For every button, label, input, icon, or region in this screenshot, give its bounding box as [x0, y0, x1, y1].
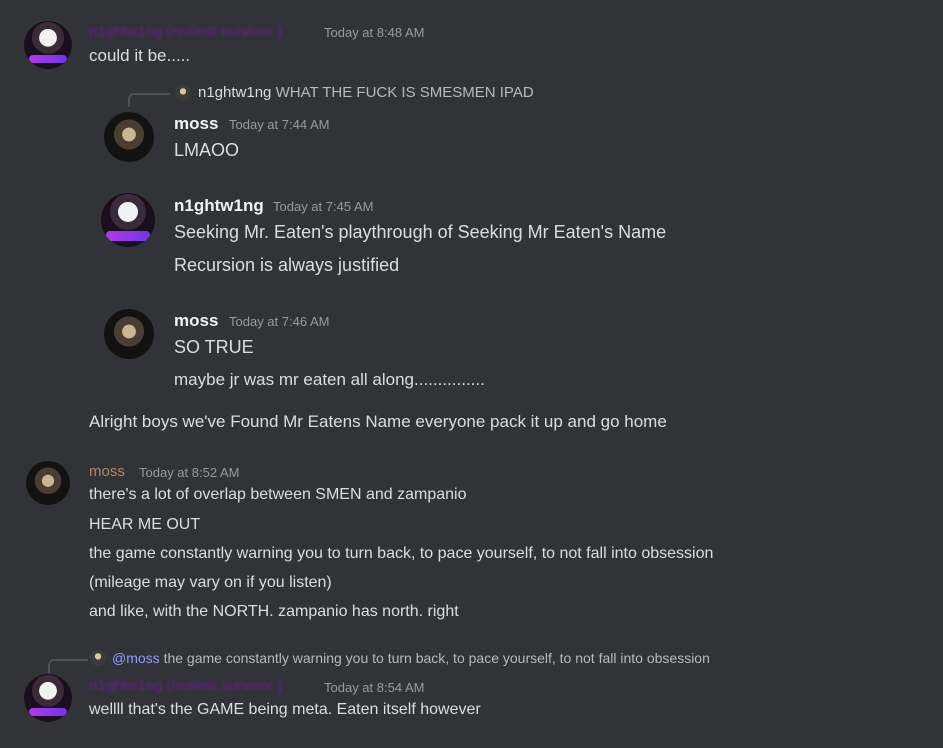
timestamp: Today at 8:52 AM	[139, 465, 240, 480]
reply-text: WHAT THE FUCK IS SMESMEN IPAD	[275, 84, 534, 101]
timestamp: Today at 8:48 AM	[324, 25, 425, 40]
avatar[interactable]	[101, 193, 155, 247]
message-text: (mileage may vary on if you listen)	[89, 574, 332, 591]
author-name[interactable]: n1ghtw1ng (realest survivor )	[89, 23, 282, 40]
author-name[interactable]: n1ghtw1ng	[174, 196, 264, 216]
message-text: maybe jr was mr eaten all along.........…	[174, 370, 485, 389]
author-name[interactable]: moss	[89, 463, 125, 480]
timestamp: Today at 7:45 AM	[273, 199, 374, 214]
reply-preview[interactable]: @moss the game constantly warning you to…	[112, 650, 710, 666]
reply-preview[interactable]: n1ghtw1ng WHAT THE FUCK IS SMESMEN IPAD	[198, 84, 534, 101]
avatar[interactable]	[24, 674, 72, 722]
message-text: could it be.....	[89, 46, 191, 65]
timestamp: Today at 7:44 AM	[229, 117, 330, 132]
message-text: there's a lot of overlap between SMEN an…	[89, 486, 467, 503]
timestamp: Today at 8:54 AM	[324, 680, 425, 695]
author-name[interactable]: moss	[174, 114, 218, 134]
timestamp: Today at 7:46 AM	[229, 314, 330, 329]
message-text: Alright boys we've Found Mr Eatens Name …	[89, 412, 667, 431]
author-name[interactable]: n1ghtw1ng (realest survivor )	[89, 677, 282, 694]
message-text: the game constantly warning you to turn …	[89, 545, 714, 562]
avatar[interactable]	[24, 21, 72, 69]
chat-log: n1ghtw1ng (realest survivor ) Today at 8…	[0, 0, 943, 748]
message-text: wellll that's the GAME being meta. Eaten…	[89, 701, 481, 718]
message-text: LMAOO	[174, 140, 240, 160]
avatar[interactable]	[26, 461, 70, 505]
avatar[interactable]	[104, 112, 154, 162]
message-text: SO TRUE	[174, 337, 254, 357]
reply-author: n1ghtw1ng	[198, 84, 272, 101]
message-text: HEAR ME OUT	[89, 516, 201, 533]
reply-mention[interactable]: @moss	[112, 650, 160, 666]
reply-avatar	[175, 85, 191, 101]
message-text: and like, with the NORTH. zampanio has n…	[89, 603, 459, 620]
message-text: Seeking Mr. Eaten's playthrough of Seeki…	[174, 222, 667, 242]
reply-connector	[48, 659, 88, 673]
avatar[interactable]	[104, 309, 154, 359]
reply-avatar	[90, 650, 106, 666]
reply-connector	[128, 93, 170, 107]
message-text: Recursion is always justified	[174, 255, 400, 275]
author-name[interactable]: moss	[174, 311, 218, 331]
reply-text: the game constantly warning you to turn …	[163, 650, 710, 666]
